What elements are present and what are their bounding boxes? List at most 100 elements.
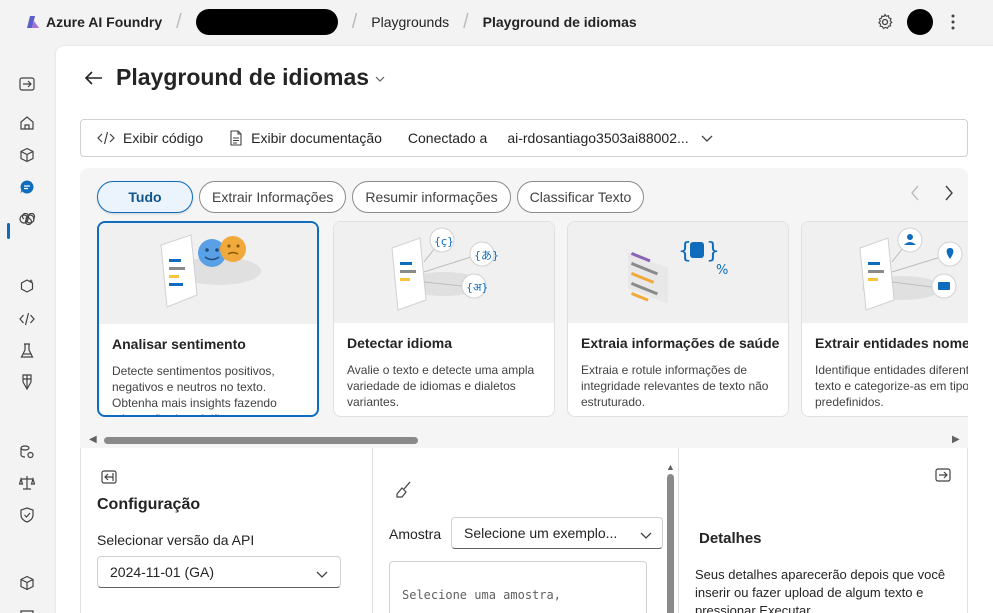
- avatar[interactable]: [907, 9, 933, 35]
- code-icon: [97, 131, 115, 145]
- chevron-down-icon[interactable]: [375, 71, 385, 85]
- card-named-entities[interactable]: Extrair entidades nomeadas Identifique e…: [801, 221, 968, 417]
- card-description: Detecte sentimentos positivos, negativos…: [112, 364, 277, 415]
- top-bar: Azure AI Foundry / / Playgrounds / Playg…: [0, 0, 993, 44]
- models-icon[interactable]: [17, 602, 37, 613]
- card-description: Identifique entidades diferentes no text…: [815, 363, 968, 409]
- connected-label: Conectado a: [407, 130, 488, 146]
- card-title: Extraia informações de saúde: [581, 335, 780, 351]
- breadcrumb-separator: /: [351, 10, 358, 33]
- details-placeholder-text: Seus detalhes aparecerão depois que você…: [695, 567, 946, 613]
- card-detect-language[interactable]: {ç} {あ} {अ} Detectar idioma Avalie o tex…: [333, 221, 555, 417]
- gallery-next-icon[interactable]: [944, 184, 954, 207]
- sample-select-value: Selecione um exemplo...: [464, 525, 618, 541]
- chevron-down-icon: [316, 565, 328, 581]
- svg-text:{: {: [678, 239, 692, 264]
- page-title: Playground de idiomas: [116, 64, 370, 90]
- card-title: Detectar idioma: [347, 335, 453, 351]
- card-health-info[interactable]: { } % Extraia informações de saúde Extra…: [567, 221, 789, 417]
- brand[interactable]: Azure AI Foundry: [26, 14, 162, 30]
- filter-all[interactable]: Tudo: [97, 181, 193, 213]
- governance-icon[interactable]: [17, 473, 37, 493]
- toolbar: Exibir código Exibir documentação Conect…: [80, 119, 968, 157]
- view-code-label: Exibir código: [123, 130, 204, 146]
- active-indicator: [7, 223, 10, 239]
- scroll-up-icon[interactable]: ▲: [666, 462, 675, 472]
- gallery-prev-icon[interactable]: [910, 184, 920, 207]
- breadcrumb-playgrounds[interactable]: Playgrounds: [371, 14, 449, 30]
- back-arrow-icon[interactable]: [84, 66, 108, 90]
- svg-text:{あ}: {あ}: [474, 249, 499, 262]
- top-right-actions: [875, 0, 993, 44]
- sample-label: Amostra: [389, 526, 442, 542]
- capability-gallery: Tudo Extrair Informações Resumir informa…: [80, 168, 968, 448]
- view-docs-button[interactable]: Exibir documentação: [229, 130, 382, 146]
- management-icon[interactable]: [17, 573, 37, 593]
- view-docs-label: Exibir documentação: [251, 130, 382, 146]
- card-title: Analisar sentimento: [112, 336, 246, 352]
- document-icon: [230, 130, 242, 146]
- brand-name: Azure AI Foundry: [46, 14, 163, 30]
- view-code-button[interactable]: Exibir código: [97, 130, 203, 146]
- evaluation-icon[interactable]: [17, 341, 37, 361]
- breadcrumb-separator: /: [463, 10, 469, 33]
- card-illustration: [99, 223, 317, 324]
- settings-icon[interactable]: [875, 12, 895, 32]
- ai-services-icon[interactable]: [17, 276, 37, 296]
- scroll-left-icon[interactable]: ◀: [89, 434, 97, 445]
- sample-select[interactable]: Selecione um exemplo...: [451, 517, 663, 549]
- model-catalog-icon[interactable]: [17, 145, 37, 165]
- filter-summarize[interactable]: Resumir informações: [352, 181, 511, 213]
- filter-classify[interactable]: Classificar Texto: [516, 181, 645, 213]
- api-version-value: 2024-11-01 (GA): [110, 564, 215, 580]
- playgrounds-icon[interactable]: [17, 177, 37, 197]
- card-illustration: [802, 222, 968, 323]
- chevron-down-icon[interactable]: [701, 129, 713, 147]
- api-version-select[interactable]: 2024-11-01 (GA): [97, 556, 341, 588]
- fine-tuning-icon[interactable]: [17, 372, 37, 392]
- more-options-icon[interactable]: [943, 12, 963, 32]
- svg-text:{अ}: {अ}: [466, 281, 488, 294]
- connected-resource[interactable]: ai-rdosantiago3503ai88002...: [507, 130, 688, 146]
- input-pane: Amostra Selecione um exemplo... Selecion…: [373, 448, 678, 613]
- scrollbar-thumb[interactable]: [104, 437, 418, 444]
- card-sentiment[interactable]: Analisar sentimento Detecte sentimentos …: [97, 221, 319, 417]
- filter-extract-info[interactable]: Extrair Informações: [199, 181, 347, 213]
- card-title: Extrair entidades nomeadas: [815, 335, 968, 351]
- collapse-nav-icon[interactable]: [17, 74, 37, 94]
- details-title: Detalhes: [699, 530, 762, 547]
- capability-cards: Analisar sentimento Detecte sentimentos …: [97, 221, 968, 421]
- horizontal-scrollbar[interactable]: ◀ ▶: [80, 432, 968, 448]
- api-version-label: Selecionar versão da API: [97, 532, 255, 548]
- agents-icon[interactable]: [17, 209, 37, 229]
- configuration-title: Configuração: [97, 496, 201, 513]
- home-icon[interactable]: [17, 113, 37, 133]
- main-panel: Playground de idiomas Exibir código Exib…: [56, 46, 993, 613]
- clear-broom-icon[interactable]: [395, 480, 415, 500]
- sample-text-input[interactable]: Selecione uma amostra,: [389, 561, 647, 613]
- filter-pills: Tudo Extrair Informações Resumir informa…: [97, 181, 650, 213]
- card-illustration: { } %: [568, 222, 788, 323]
- card-description: Extraia e rotule informações de integrid…: [581, 363, 769, 409]
- card-illustration: {ç} {あ} {अ}: [334, 222, 554, 323]
- card-description: Avalie o texto e detecte uma ampla varie…: [347, 363, 535, 409]
- data-icon[interactable]: [17, 442, 37, 462]
- page-header: Playground de idiomas: [84, 64, 385, 91]
- expand-pane-icon[interactable]: [935, 468, 951, 484]
- chevron-down-icon: [640, 526, 652, 542]
- breadcrumb-separator: /: [176, 10, 182, 33]
- left-nav-rail: [0, 44, 54, 613]
- breadcrumb-current: Playground de idiomas: [482, 14, 637, 30]
- code-icon[interactable]: [17, 309, 37, 329]
- scroll-right-icon[interactable]: ▶: [952, 434, 960, 445]
- scrollbar-thumb[interactable]: [667, 474, 674, 613]
- svg-text:%: %: [716, 263, 728, 278]
- svg-text:{ç}: {ç}: [434, 235, 454, 248]
- redacted-project-name[interactable]: [195, 9, 338, 35]
- configuration-pane: Configuração Selecionar versão da API 20…: [80, 448, 373, 613]
- vertical-scrollbar[interactable]: ▲: [665, 462, 677, 613]
- details-pane: Detalhes Seus detalhes aparecerão depois…: [678, 448, 968, 613]
- guardrails-icon[interactable]: [17, 505, 37, 525]
- svg-text:}: }: [706, 239, 720, 264]
- collapse-pane-icon[interactable]: [101, 470, 117, 486]
